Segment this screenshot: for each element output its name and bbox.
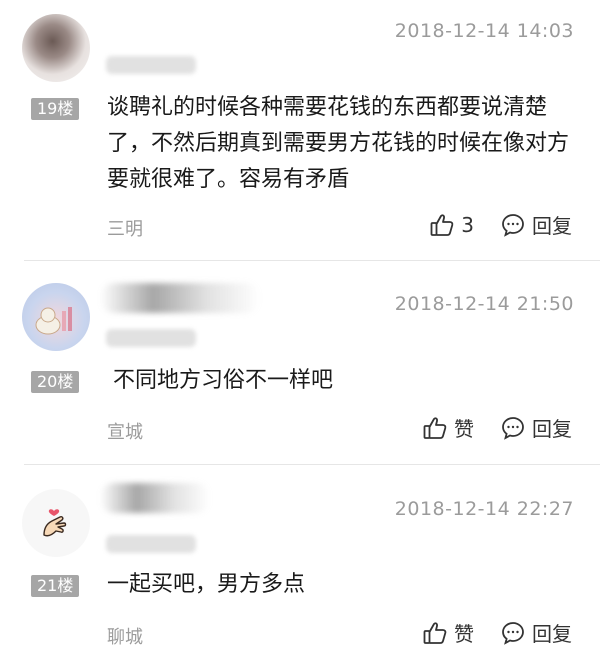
user-avatar[interactable] — [22, 283, 90, 351]
comment-location: 三明 — [107, 219, 143, 240]
floor-badge: 21楼 — [31, 575, 80, 597]
comment-text: 一起买吧，男方多点 — [107, 572, 306, 597]
comment-location: 宣城 — [107, 422, 143, 443]
user-avatar[interactable] — [22, 14, 90, 82]
member-tag-blurred — [106, 56, 196, 74]
comment-location: 聊城 — [107, 627, 143, 648]
username-blurred — [100, 483, 210, 513]
chat-bubble-icon — [500, 212, 526, 238]
cartoon-avatar-icon — [22, 283, 90, 351]
reply-button[interactable]: 回复 — [500, 210, 572, 239]
comment-item: 2018-12-14 14:03 19楼 谈聘礼的时候各种需要花钱的东西都要说清… — [0, 0, 600, 260]
member-tag-blurred — [106, 329, 196, 347]
chat-bubble-icon — [500, 415, 526, 441]
like-button[interactable]: 赞 — [422, 618, 474, 647]
photo-avatar-icon — [22, 14, 90, 82]
like-button[interactable]: 3 — [429, 212, 474, 238]
thumbs-up-icon — [422, 415, 448, 441]
floor-badge: 20楼 — [31, 371, 80, 393]
chat-bubble-icon — [500, 620, 526, 646]
like-button[interactable]: 赞 — [422, 413, 474, 442]
user-avatar[interactable] — [22, 489, 90, 557]
comment-actions: 3 回复 — [429, 210, 572, 239]
comment-timestamp: 2018-12-14 21:50 — [394, 293, 574, 315]
floor-badge: 19楼 — [31, 98, 80, 120]
comment-item: 2018-12-14 22:27 21楼 一起买吧，男方多点 聊城 赞 回复 — [0, 465, 600, 654]
comment-text: 不同地方习俗不一样吧 — [113, 368, 334, 393]
finger-heart-avatar-icon — [22, 489, 90, 557]
comment-actions: 赞 回复 — [422, 618, 572, 647]
comment-actions: 赞 回复 — [422, 413, 572, 442]
like-label: 赞 — [454, 417, 474, 441]
username-blurred — [100, 283, 260, 313]
like-label: 赞 — [454, 622, 474, 646]
reply-label: 回复 — [532, 417, 572, 441]
comment-text: 谈聘礼的时候各种需要花钱的东西都要说清楚了，不然后期真到需要男方花钱的时候在像对… — [107, 95, 570, 192]
reply-button[interactable]: 回复 — [500, 618, 572, 647]
like-count: 3 — [461, 212, 474, 237]
comment-item: 2018-12-14 21:50 20楼 不同地方习俗不一样吧 宣城 赞 回复 — [0, 261, 600, 464]
reply-label: 回复 — [532, 622, 572, 646]
member-tag-blurred — [106, 535, 196, 553]
comment-timestamp: 2018-12-14 22:27 — [394, 498, 574, 520]
reply-label: 回复 — [532, 214, 572, 238]
comment-timestamp: 2018-12-14 14:03 — [394, 20, 574, 42]
thumbs-up-icon — [429, 212, 455, 238]
thumbs-up-icon — [422, 620, 448, 646]
reply-button[interactable]: 回复 — [500, 413, 572, 442]
